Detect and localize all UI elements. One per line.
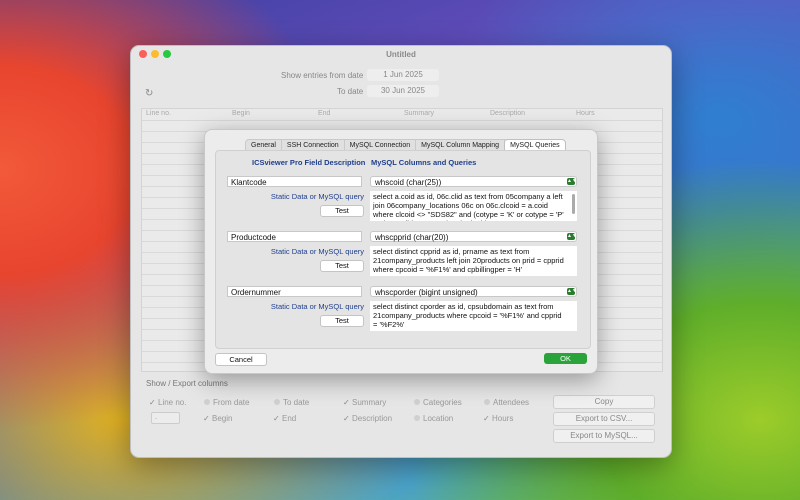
scrollbar[interactable] (572, 194, 575, 214)
export-csv-button[interactable]: Export to CSV... (553, 412, 655, 426)
refresh-icon[interactable]: ↻ (145, 88, 153, 99)
cancel-button[interactable]: Cancel (215, 353, 267, 366)
query-text: select a.coid as id, 06c.clid as text fr… (373, 192, 564, 221)
column-popup-value: whscporder (bigint unsigned) (375, 288, 478, 297)
queries-panel: ICSviewer Pro Field Description MySQL Co… (215, 150, 591, 349)
chevron-updown-icon: ▲▼ (567, 288, 577, 295)
column-header[interactable]: Description (490, 110, 525, 117)
option-label: Location (423, 414, 454, 423)
mapping-entry: Productcode whscpprid (char(20)) ▲▼ Stati… (216, 226, 590, 282)
option-label: Attendees (493, 398, 530, 407)
copy-button[interactable]: Copy (553, 395, 655, 409)
table-header: Line no. Begin End Summary Description H… (142, 109, 662, 121)
column-header[interactable]: Begin (232, 110, 250, 117)
chevron-updown-icon: ▲▼ (567, 178, 577, 185)
window-title: Untitled (386, 50, 416, 59)
option-description[interactable]: ✓ Description (343, 414, 392, 423)
column-header[interactable]: Hours (576, 110, 595, 117)
column-header[interactable]: End (318, 110, 330, 117)
option-summary[interactable]: ✓ Summary (343, 398, 386, 407)
column-header[interactable]: Line no. (146, 110, 171, 117)
chevron-updown-icon: ▲▼ (567, 233, 577, 240)
option-from-date[interactable]: From date (203, 398, 249, 407)
field-name-input[interactable]: Productcode (227, 231, 362, 242)
export-mysql-button[interactable]: Export to MySQL... (553, 429, 655, 443)
column-popup-value: whscoid (char(25)) (375, 178, 442, 187)
option-label: To date (283, 398, 310, 407)
option-label: End (282, 414, 297, 423)
mysql-columns-header: MySQL Columns and Queries (371, 158, 477, 167)
column-popup[interactable]: whscpprid (char(20)) ▲▼ (370, 231, 577, 242)
option-label: Hours (492, 414, 514, 423)
query-text: select distinct cporder as id, cpsubdoma… (373, 302, 562, 329)
column-header[interactable]: Summary (404, 110, 434, 117)
option-attendees[interactable]: Attendees (483, 398, 529, 407)
option-end[interactable]: ✓ End (273, 414, 296, 423)
option-categories[interactable]: Categories (413, 398, 462, 407)
title-bar: Untitled (131, 46, 671, 62)
option-label: From date (213, 398, 250, 407)
field-name-input[interactable]: Klantcode (227, 176, 362, 187)
column-popup-value: whscpprid (char(20)) (375, 233, 449, 242)
static-data-label: Static Data or MySQL query (270, 247, 364, 256)
settings-sheet: General SSH Connection MySQL Connection … (204, 129, 598, 374)
from-date-label: Show entries from date (281, 71, 364, 80)
option-hours[interactable]: ✓ Hours (483, 414, 513, 423)
column-popup[interactable]: whscoid (char(25)) ▲▼ (370, 176, 577, 187)
to-date-field[interactable]: 30 Jun 2025 (367, 85, 439, 97)
to-date-label: To date (337, 87, 364, 96)
option-begin[interactable]: ✓ Begin (203, 414, 232, 423)
mapping-entry: Klantcode whscoid (char(25)) ▲▼ Static Da… (216, 171, 590, 227)
from-date-field[interactable]: 1 Jun 2025 (367, 69, 439, 81)
option-label: Summary (352, 398, 387, 407)
column-popup[interactable]: whscporder (bigint unsigned) ▲▼ (370, 286, 577, 297)
show-export-title: Show / Export columns (146, 379, 228, 388)
mapping-entry: Ordernummer whscporder (bigint unsigned)… (216, 281, 590, 337)
field-name-input[interactable]: Ordernummer (227, 286, 362, 297)
field-description-header: ICSviewer Pro Field Description (252, 158, 366, 167)
query-textarea[interactable]: select distinct cporder as id, cpsubdoma… (370, 301, 577, 331)
option-to-date[interactable]: To date (273, 398, 309, 407)
static-data-label: Static Data or MySQL query (270, 192, 364, 201)
test-button[interactable]: Test (320, 260, 364, 272)
option-label: Description (352, 414, 393, 423)
ok-button[interactable]: OK (544, 353, 587, 364)
option-label: Categories (423, 398, 462, 407)
option-line-no[interactable]: ✓ Line no. (149, 398, 186, 407)
static-data-label: Static Data or MySQL query (270, 302, 364, 311)
option-label: Line no. (158, 398, 187, 407)
query-textarea[interactable]: select distinct cpprid as id, prname as … (370, 246, 577, 276)
line-no-select[interactable]: . (151, 412, 180, 424)
option-location[interactable]: Location (413, 414, 453, 423)
test-button[interactable]: Test (320, 315, 364, 327)
option-label: Begin (212, 414, 233, 423)
query-textarea[interactable]: select a.coid as id, 06c.clid as text fr… (370, 191, 577, 221)
query-text: select distinct cpprid as id, prname as … (373, 247, 564, 274)
test-button[interactable]: Test (320, 205, 364, 217)
